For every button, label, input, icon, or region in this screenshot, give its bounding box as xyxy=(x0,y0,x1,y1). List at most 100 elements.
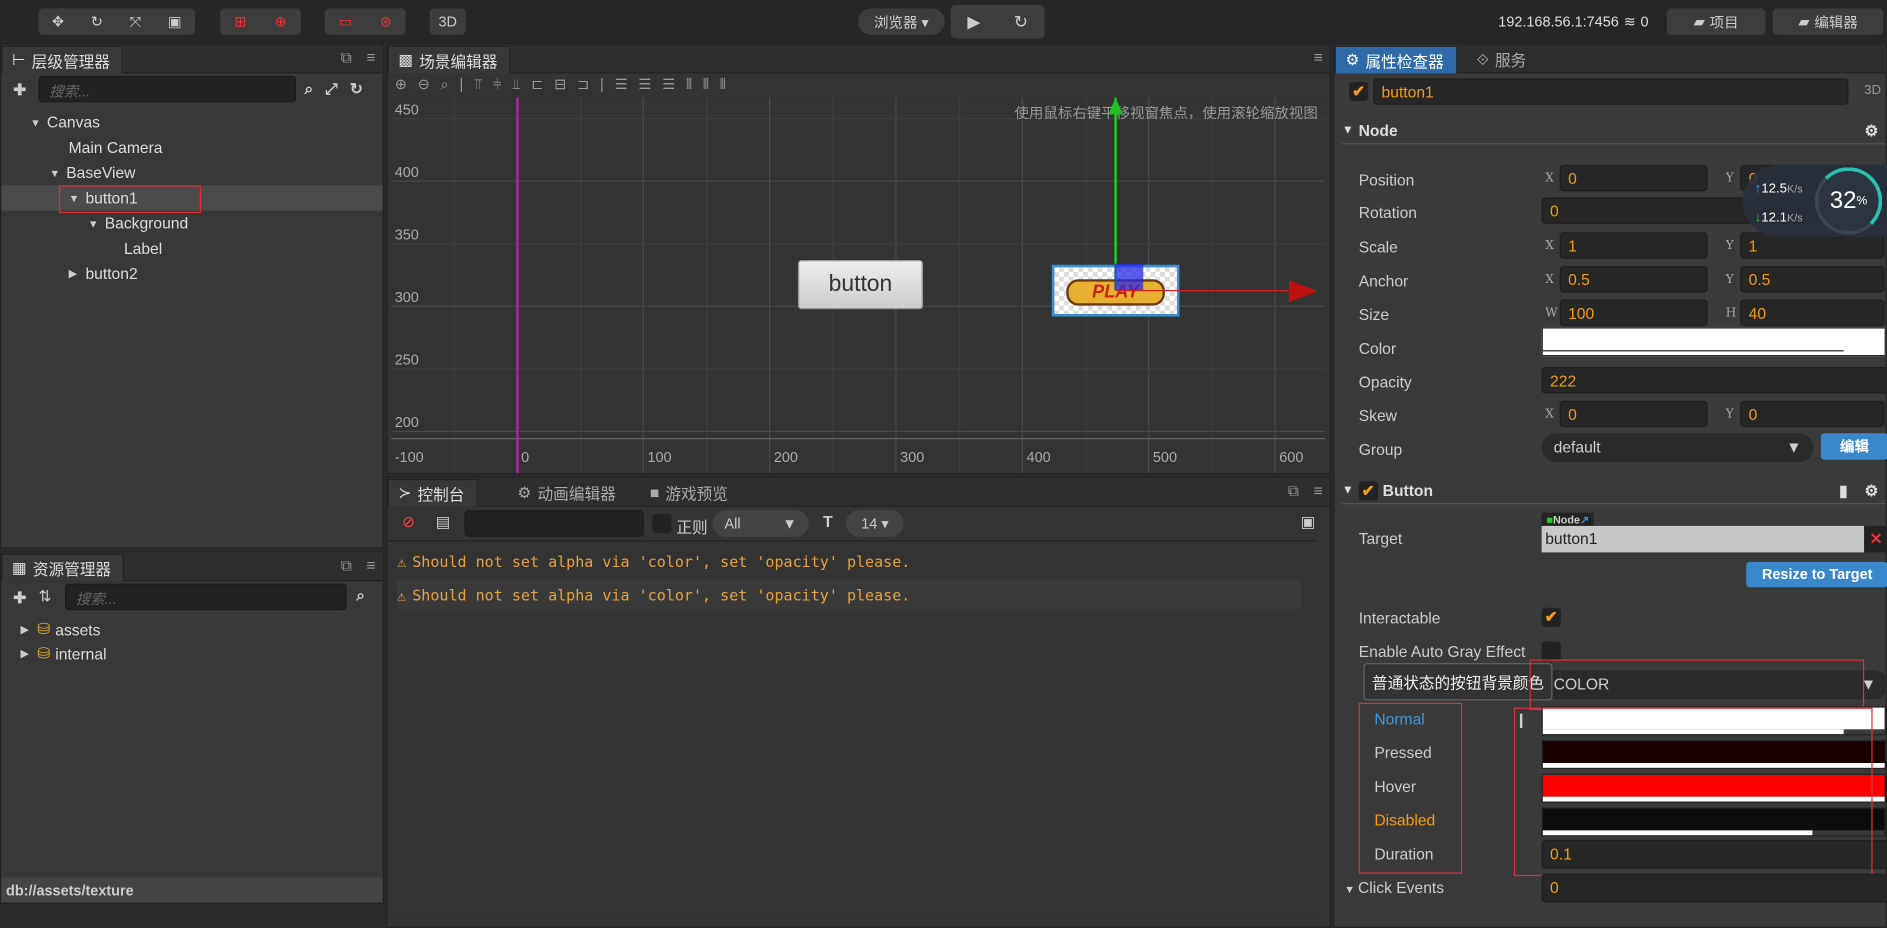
align-bottom-icon[interactable]: ⫫ xyxy=(512,76,520,94)
distribute-left-icon[interactable]: ⫴ xyxy=(686,76,692,94)
regex-checkbox[interactable] xyxy=(652,513,672,534)
tab-scene[interactable]: ▩ 场景编辑器 xyxy=(387,45,511,74)
add-node-icon[interactable]: ✚ xyxy=(13,81,26,100)
align-left-icon[interactable]: ⊏ xyxy=(531,76,543,94)
tab-services[interactable]: ⟐ 服务 xyxy=(1467,46,1538,74)
auto-gray-checkbox[interactable] xyxy=(1541,641,1561,661)
center-icon[interactable]: ⊕ xyxy=(275,13,287,30)
3d-toggle[interactable]: 3D xyxy=(429,8,466,35)
expanded-arrow-icon[interactable]: ▼ xyxy=(49,167,66,179)
component-enabled-checkbox[interactable]: ✔ xyxy=(1358,480,1378,501)
refresh-icon[interactable]: ↻ xyxy=(1014,11,1028,31)
global-icon[interactable]: ⊛ xyxy=(380,13,392,30)
scale-x-input[interactable]: 1 xyxy=(1559,232,1708,259)
clear-icon[interactable]: ⊘ xyxy=(402,513,415,532)
tree-node-label[interactable]: Label xyxy=(1,236,382,261)
rotate-icon[interactable]: ↻ xyxy=(91,13,103,30)
anchor-y-input[interactable]: 0.5 xyxy=(1740,265,1885,293)
search-icon[interactable]: ⌕ xyxy=(356,586,365,605)
hierarchy-search-input[interactable]: 搜索... xyxy=(38,75,297,103)
expanded-arrow-icon[interactable]: ▼ xyxy=(88,217,105,229)
menu-icon[interactable]: ≡ xyxy=(1313,48,1322,66)
y-arrow-icon[interactable] xyxy=(1108,97,1123,115)
collapsed-arrow-icon[interactable]: ▶ xyxy=(20,623,37,636)
size-h-input[interactable]: 40 xyxy=(1740,299,1885,327)
tree-node-background[interactable]: ▼ Background xyxy=(1,211,382,236)
docs-icon[interactable]: ▮ xyxy=(1839,481,1848,500)
distribute-right-icon[interactable]: ⫴ xyxy=(720,76,726,94)
skew-y-input[interactable]: 0 xyxy=(1740,400,1885,428)
group-select[interactable]: default ▼ xyxy=(1541,433,1814,463)
position-x-input[interactable]: 0 xyxy=(1559,164,1708,192)
console-filter-input[interactable] xyxy=(464,510,644,537)
distribute-bottom-icon[interactable]: ☰ xyxy=(662,76,675,94)
x-gizmo-axis[interactable] xyxy=(1115,290,1292,292)
tab-game-preview[interactable]: ■ 游戏预览 xyxy=(640,479,740,507)
click-events-count-input[interactable]: 0 xyxy=(1541,873,1887,903)
open-editor-button[interactable]: ▰ 编辑器 xyxy=(1772,8,1884,35)
tab-hierarchy[interactable]: ⊢ 层级管理器 xyxy=(1,45,124,74)
menu-icon[interactable]: ≡ xyxy=(366,48,375,67)
gear-icon[interactable]: ⚙ xyxy=(1865,121,1879,140)
pivot-icon[interactable]: ⊞ xyxy=(234,13,246,30)
tab-console[interactable]: ≻ 控制台 xyxy=(387,478,478,507)
distribute-top-icon[interactable]: ☰ xyxy=(615,76,628,94)
asset-folder-internal[interactable]: ▶ ⛁ internal xyxy=(1,641,382,665)
tab-inspector[interactable]: ⚙ 属性检查器 xyxy=(1334,45,1457,74)
browser-select[interactable]: 浏览器 ▾ xyxy=(858,8,945,35)
distribute-vcenter-icon[interactable]: ☰ xyxy=(638,76,651,94)
expanded-arrow-icon[interactable]: ▼ xyxy=(30,116,47,128)
scene-viewport[interactable]: -100 0 100 200 300 400 500 600 450 400 350 300 250 20… xyxy=(391,97,1325,473)
target-field[interactable]: button1 xyxy=(1541,525,1865,553)
collapse-icon[interactable]: ▣ xyxy=(1301,513,1316,532)
button-section-header[interactable]: ▼ ✔ Button ▮ ⚙ xyxy=(1341,478,1886,505)
open-log-icon[interactable]: ▤ xyxy=(436,513,451,532)
zoom-out-icon[interactable]: ⊖ xyxy=(418,76,430,94)
local-icon[interactable]: ▭ xyxy=(339,13,353,30)
tree-node-button2[interactable]: ▶ button2 xyxy=(1,261,382,286)
collapsed-arrow-icon[interactable]: ▶ xyxy=(69,267,86,280)
scale-icon[interactable]: ⤧ xyxy=(130,13,142,31)
align-right-icon[interactable]: ⊐ xyxy=(577,76,589,94)
open-project-button[interactable]: ▰ 项目 xyxy=(1666,8,1766,35)
popout-icon[interactable]: ⧉ xyxy=(341,48,352,67)
font-size-select[interactable]: 14 ▾ xyxy=(846,510,904,537)
tree-node-main-camera[interactable]: Main Camera xyxy=(1,135,382,160)
play-icon[interactable]: ▶ xyxy=(967,11,980,31)
x-arrow-icon[interactable] xyxy=(1288,280,1318,303)
node-active-checkbox[interactable]: ✔ xyxy=(1349,81,1369,102)
move-icon[interactable]: ✥ xyxy=(52,13,64,30)
node-section-header[interactable]: ▼ Node ⚙ xyxy=(1341,118,1886,145)
sort-icon[interactable]: ⇅ xyxy=(39,587,52,606)
tree-node-canvas[interactable]: ▼ Canvas xyxy=(1,110,382,135)
assets-search-input[interactable]: 搜索... xyxy=(64,583,347,611)
log-level-select[interactable]: All ▼ xyxy=(712,510,809,537)
rect-icon[interactable]: ▣ xyxy=(168,13,182,30)
y-gizmo-axis[interactable] xyxy=(1114,97,1117,291)
gear-icon[interactable]: ⚙ xyxy=(1865,481,1879,500)
expand-icon[interactable]: ⤢ xyxy=(325,79,338,98)
edit-group-button[interactable]: 编辑 xyxy=(1820,433,1887,460)
tree-node-baseview[interactable]: ▼ BaseView xyxy=(1,160,382,185)
popout-icon[interactable]: ⧉ xyxy=(341,556,352,575)
distribute-hcenter-icon[interactable]: ⫴ xyxy=(703,76,709,94)
tab-assets[interactable]: ▦ 资源管理器 xyxy=(1,553,125,582)
asset-folder-assets[interactable]: ▶ ⛁ assets xyxy=(1,617,382,641)
anchor-x-input[interactable]: 0.5 xyxy=(1559,265,1708,293)
menu-icon[interactable]: ≡ xyxy=(1313,481,1322,500)
search-icon[interactable]: ⌕ xyxy=(304,79,313,98)
clear-target-icon[interactable]: ✕ xyxy=(1864,525,1887,553)
collapsed-arrow-icon[interactable]: ▶ xyxy=(20,647,37,660)
tab-animation[interactable]: ⚙ 动画编辑器 xyxy=(508,479,628,507)
size-w-input[interactable]: 100 xyxy=(1559,299,1708,327)
add-asset-icon[interactable]: ✚ xyxy=(13,588,26,607)
align-vcenter-icon[interactable]: ⫩ xyxy=(493,76,501,94)
interactable-checkbox[interactable]: ✔ xyxy=(1541,607,1561,627)
menu-icon[interactable]: ≡ xyxy=(366,556,375,575)
color-picker[interactable] xyxy=(1541,327,1886,357)
skew-x-input[interactable]: 0 xyxy=(1559,400,1708,428)
link-icon[interactable]: ↗ xyxy=(1580,514,1589,526)
align-top-icon[interactable]: ⫪ xyxy=(474,76,482,94)
refresh-icon[interactable]: ↻ xyxy=(350,79,363,98)
zoom-reset-icon[interactable]: ⌕ xyxy=(441,76,449,94)
